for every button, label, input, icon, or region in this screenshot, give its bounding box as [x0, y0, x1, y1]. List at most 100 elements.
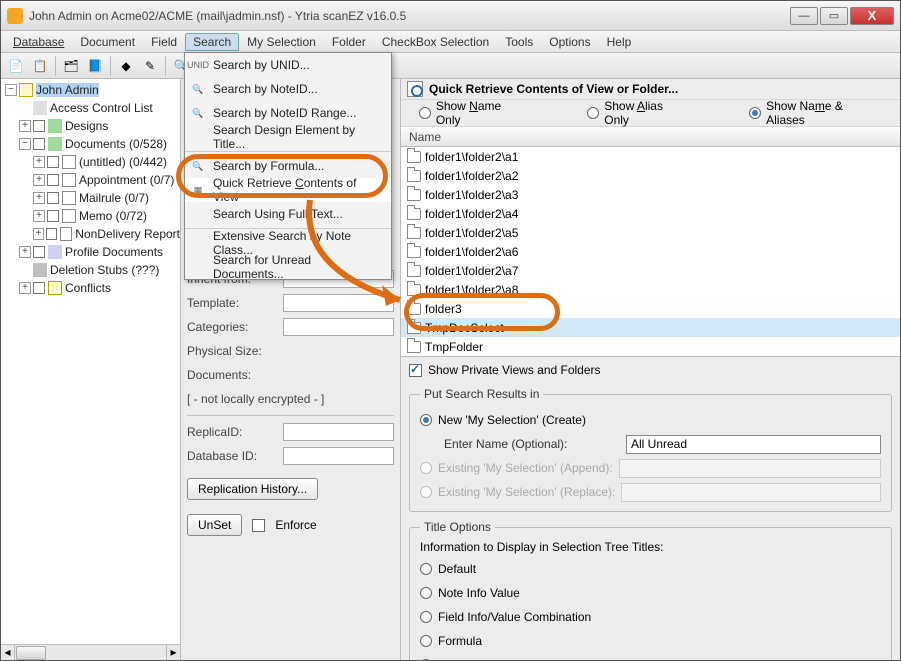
list-item-selected[interactable]: TmpDocSelect — [401, 318, 900, 337]
radio-append — [420, 462, 432, 474]
dd-search-fulltext[interactable]: Search Using Full Text... — [185, 202, 391, 226]
enter-name-input[interactable] — [626, 435, 881, 454]
minimize-button[interactable]: — — [790, 7, 818, 25]
folder-icon — [62, 173, 76, 187]
unset-button[interactable]: UnSet — [187, 514, 242, 536]
show-private-checkbox[interactable] — [409, 364, 422, 377]
toolbar: 📄 📋 🗂 📘 ◆ ✎ 🔍 🔎 🔍 — [1, 53, 900, 79]
close-button[interactable]: X — [850, 7, 894, 25]
dd-extensive-search[interactable]: Extensive Search by Note Class... — [185, 231, 391, 255]
tree-appointment[interactable]: +Appointment (0/7) — [1, 171, 180, 189]
tree-conflicts[interactable]: +Conflicts — [1, 279, 180, 297]
window-title: John Admin on Acme02/ACME (mail\jadmin.n… — [29, 9, 790, 23]
menu-options[interactable]: Options — [541, 33, 598, 51]
documents-icon — [48, 137, 62, 151]
prop-replica-input[interactable] — [283, 423, 394, 441]
list-header-name[interactable]: Name — [401, 127, 900, 147]
folder-icon — [407, 303, 421, 315]
menu-field[interactable]: Field — [143, 33, 185, 51]
menu-database[interactable]: Database — [5, 33, 72, 51]
put-results-group: Put Search Results in New 'My Selection'… — [409, 387, 892, 512]
radio-alias-only[interactable]: Show Alias Only — [587, 99, 689, 127]
tree-designs[interactable]: +Designs — [1, 117, 180, 135]
folder-icon — [407, 227, 421, 239]
tool-3[interactable]: 🗂 — [60, 55, 82, 77]
folder-icon — [62, 209, 76, 223]
dd-search-formula[interactable]: 🔍Search by Formula... — [185, 154, 391, 178]
menu-myselection[interactable]: My Selection — [239, 33, 324, 51]
menu-search[interactable]: Search — [185, 33, 239, 51]
prop-documents-label: Documents: — [187, 368, 283, 382]
tree-untitled[interactable]: +(untitled) (0/442) — [1, 153, 180, 171]
dd-search-unread[interactable]: Search for Unread Documents... — [185, 255, 391, 279]
prop-template-label: Template: — [187, 296, 283, 310]
dd-quick-retrieve[interactable]: ▦Quick Retrieve Contents of View — [185, 178, 391, 202]
folder-icon — [407, 151, 421, 163]
title-options-group: Title Options Information to Display in … — [409, 520, 892, 660]
list-item[interactable]: folder1\folder2\a3 — [401, 185, 900, 204]
tree-documents[interactable]: −Documents (0/528) — [1, 135, 180, 153]
dd-search-design[interactable]: Search Design Element by Title... — [185, 125, 391, 149]
folder-icon — [407, 322, 421, 334]
menu-help[interactable]: Help — [599, 33, 640, 51]
tool-2[interactable]: 📋 — [29, 55, 51, 77]
tree-acl[interactable]: Access Control List — [1, 99, 180, 117]
folder-icon — [62, 191, 76, 205]
dd-search-noteid[interactable]: 🔍Search by NoteID... — [185, 77, 391, 101]
menu-document[interactable]: Document — [72, 33, 143, 51]
menu-tools[interactable]: Tools — [497, 33, 541, 51]
search-icon — [407, 81, 423, 97]
radio-default[interactable] — [420, 563, 432, 575]
replication-history-button[interactable]: Replication History... — [187, 478, 318, 500]
radio-noteinfo[interactable] — [420, 587, 432, 599]
tree-mailrule[interactable]: +Mailrule (0/7) — [1, 189, 180, 207]
list-item[interactable]: folder1\folder2\a2 — [401, 166, 900, 185]
folder-icon — [407, 284, 421, 296]
tree-profile[interactable]: +Profile Documents — [1, 243, 180, 261]
dd-search-unid[interactable]: UNIDSearch by UNID... — [185, 53, 391, 77]
folder-icon — [407, 208, 421, 220]
dd-search-noteid-range[interactable]: 🔍Search by NoteID Range... — [185, 101, 391, 125]
prop-dbid-input[interactable] — [283, 447, 394, 465]
list-item[interactable]: folder1\folder2\a7 — [401, 261, 900, 280]
prop-template-input[interactable] — [283, 294, 394, 312]
list-item[interactable]: TmpFolder — [401, 337, 900, 356]
tool-1[interactable]: 📄 — [5, 55, 27, 77]
prop-replica-label: ReplicaID: — [187, 425, 283, 439]
list-item[interactable]: folder1\folder2\a5 — [401, 223, 900, 242]
enforce-label: Enforce — [275, 518, 316, 532]
app-icon — [7, 8, 23, 24]
radio-fieldinfo[interactable] — [420, 611, 432, 623]
radio-viewfolder[interactable] — [420, 659, 432, 660]
folder-icon — [407, 170, 421, 182]
list-item[interactable]: folder1\folder2\a6 — [401, 242, 900, 261]
menu-checkbox[interactable]: CheckBox Selection — [374, 33, 497, 51]
list-item[interactable]: folder1\folder2\a1 — [401, 147, 900, 166]
enforce-checkbox[interactable] — [252, 519, 265, 532]
radio-formula[interactable] — [420, 635, 432, 647]
database-icon — [19, 83, 33, 97]
profile-icon — [48, 245, 62, 259]
tree-nondelivery[interactable]: +NonDelivery Report — [1, 225, 180, 243]
radio-replace — [420, 486, 432, 498]
list-item[interactable]: folder1\folder2\a4 — [401, 204, 900, 223]
radio-name-aliases[interactable]: Show Name & Aliases — [749, 99, 882, 127]
tool-4[interactable]: 📘 — [84, 55, 106, 77]
tool-5[interactable]: ◆ — [115, 55, 137, 77]
list-item[interactable]: folder3 — [401, 299, 900, 318]
folder-icon — [407, 265, 421, 277]
tool-6[interactable]: ✎ — [139, 55, 161, 77]
designs-icon — [48, 119, 62, 133]
prop-dbid-label: Database ID: — [187, 449, 283, 463]
radio-new-selection[interactable] — [420, 414, 432, 426]
tree-root[interactable]: −John Admin — [1, 81, 180, 99]
menu-folder[interactable]: Folder — [324, 33, 374, 51]
tree-memo[interactable]: +Memo (0/72) — [1, 207, 180, 225]
tree-stubs[interactable]: Deletion Stubs (???) — [1, 261, 180, 279]
titlebar: John Admin on Acme02/ACME (mail\jadmin.n… — [1, 1, 900, 31]
menubar: Database Document Field Search My Select… — [1, 31, 900, 53]
list-item[interactable]: folder1\folder2\a8 — [401, 280, 900, 299]
maximize-button[interactable]: ▭ — [820, 7, 848, 25]
radio-name-only[interactable]: Show Name Only — [419, 99, 527, 127]
prop-categories-input[interactable] — [283, 318, 394, 336]
